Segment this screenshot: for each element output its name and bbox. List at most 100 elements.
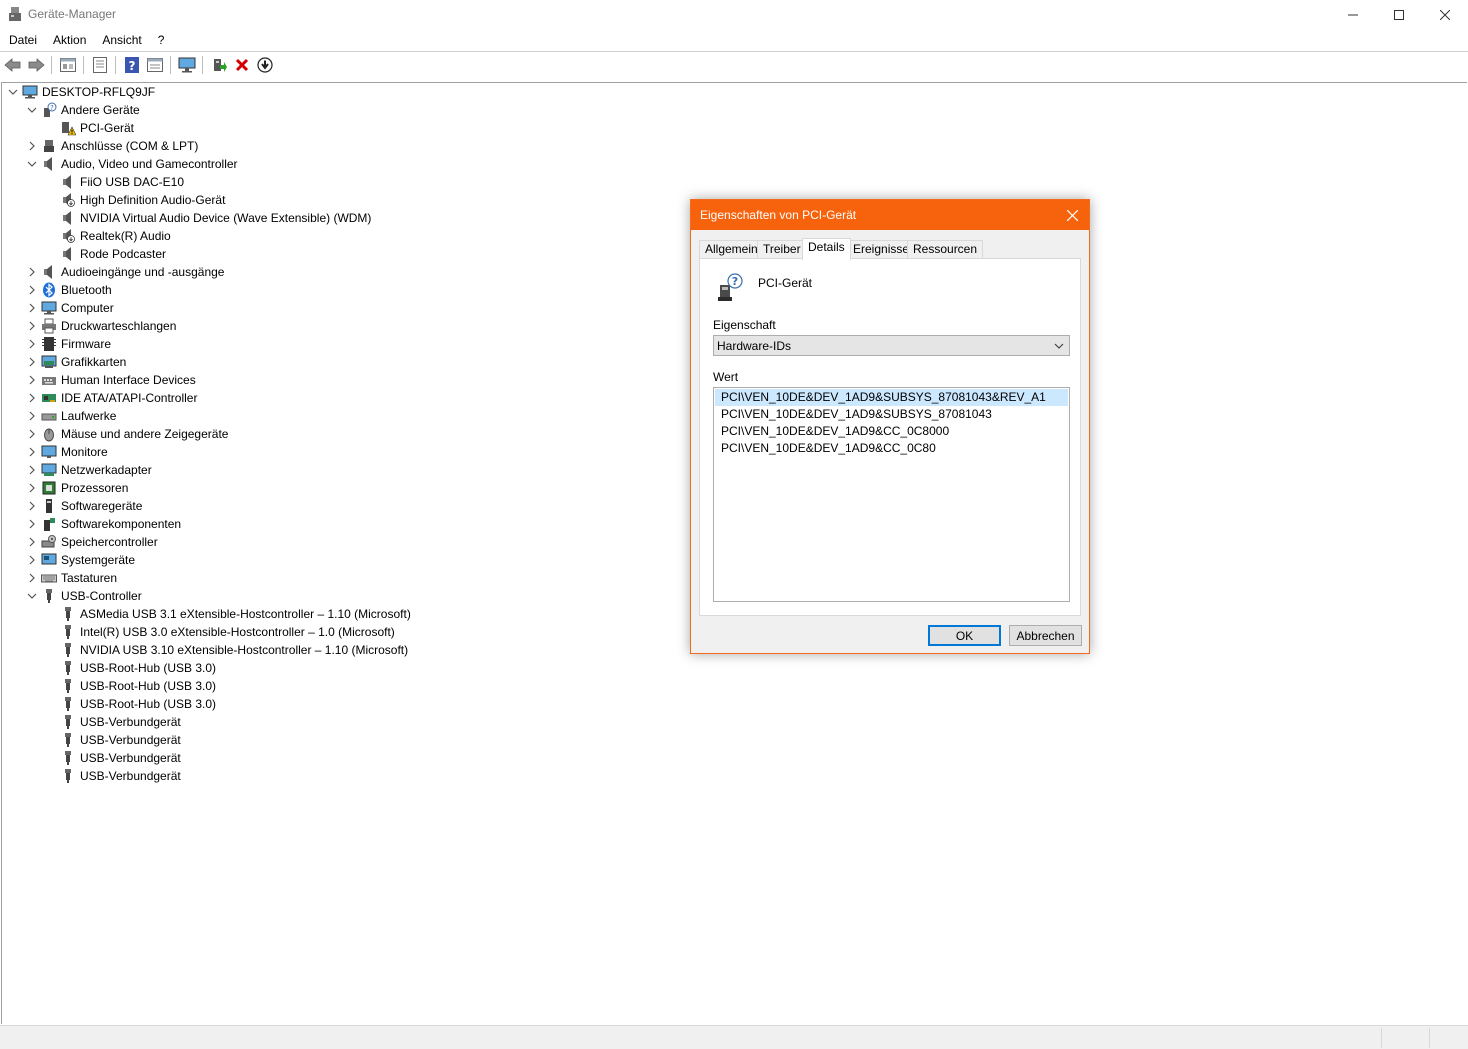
back-arrow-icon <box>3 58 20 72</box>
tree-item-label: Softwarekomponenten <box>61 517 182 531</box>
chevron-right-icon[interactable] <box>25 263 39 281</box>
tree-item-label: Druckwarteschlangen <box>61 319 177 333</box>
toolbar: ? <box>0 52 1468 78</box>
tree-item-label: NVIDIA Virtual Audio Device (Wave Extens… <box>80 211 372 225</box>
monitor-icon <box>178 57 195 73</box>
minimize-button[interactable] <box>1330 0 1376 30</box>
property-select-value: Hardware-IDs <box>717 339 792 353</box>
update-driver-button[interactable] <box>207 54 230 76</box>
network-adapter-icon <box>41 462 57 478</box>
chevron-down-icon[interactable] <box>25 587 39 605</box>
chevron-right-icon[interactable] <box>25 551 39 569</box>
property-select[interactable]: Hardware-IDs <box>713 335 1070 356</box>
tree-item-label: IDE ATA/ATAPI-Controller <box>61 391 198 405</box>
tab-ereignisse[interactable]: Ereignisse <box>847 240 916 259</box>
cancel-button[interactable]: Abbrechen <box>1009 625 1082 646</box>
forward-button[interactable] <box>24 54 47 76</box>
dialog-close-button[interactable] <box>1059 202 1085 228</box>
maximize-button[interactable] <box>1376 0 1422 30</box>
port-icon <box>41 138 57 154</box>
view-button[interactable] <box>143 54 166 76</box>
unknown-device-icon: ? <box>718 273 743 301</box>
computer-icon <box>22 84 38 100</box>
chevron-down-icon <box>1054 343 1064 349</box>
menu-ansicht[interactable]: Ansicht <box>94 30 149 50</box>
chevron-right-icon[interactable] <box>25 425 39 443</box>
value-list-item[interactable]: PCI\VEN_10DE&DEV_1AD9&CC_0C8000 <box>715 423 1068 440</box>
chevron-down-icon[interactable] <box>6 83 20 101</box>
tree-item-label: Realtek(R) Audio <box>80 229 171 243</box>
menu-help[interactable]: ? <box>150 30 173 50</box>
status-pane <box>1381 1028 1429 1048</box>
chevron-right-icon[interactable] <box>25 137 39 155</box>
chevron-right-icon[interactable] <box>25 533 39 551</box>
speaker-icon <box>41 264 57 280</box>
chevron-right-icon[interactable] <box>25 389 39 407</box>
usb-icon <box>60 696 76 712</box>
show-hidden-icon <box>59 58 76 72</box>
install-button[interactable] <box>253 54 276 76</box>
tree-item-label: Computer <box>61 301 114 315</box>
ide-controller-icon <box>41 390 57 406</box>
computer-icon <box>41 300 57 316</box>
chevron-right-icon[interactable] <box>25 407 39 425</box>
properties-button[interactable] <box>88 54 111 76</box>
tab-ressourcen[interactable]: Ressourcen <box>907 240 984 259</box>
chevron-right-icon[interactable] <box>25 317 39 335</box>
chevron-right-icon[interactable] <box>25 353 39 371</box>
tab-details[interactable]: Details <box>802 238 851 260</box>
usb-icon <box>60 660 76 676</box>
tab-treiber[interactable]: Treiber <box>757 240 807 259</box>
tree-item-label: Intel(R) USB 3.0 eXtensible-Hostcontroll… <box>80 625 395 639</box>
uninstall-device-button[interactable] <box>230 54 253 76</box>
dialog-title-bar: Eigenschaften von PCI-Gerät <box>691 200 1089 230</box>
ok-button[interactable]: OK <box>928 625 1001 646</box>
chevron-right-icon[interactable] <box>25 281 39 299</box>
software-device-icon <box>41 498 57 514</box>
speaker-disabled-icon <box>60 228 76 244</box>
usb-icon <box>60 714 76 730</box>
chevron-right-icon[interactable] <box>25 371 39 389</box>
chevron-right-icon[interactable] <box>25 299 39 317</box>
speaker-icon <box>60 174 76 190</box>
value-listbox[interactable]: PCI\VEN_10DE&DEV_1AD9&SUBSYS_87081043&RE… <box>713 387 1070 602</box>
close-button[interactable] <box>1422 0 1468 30</box>
menu-aktion[interactable]: Aktion <box>45 30 94 50</box>
scan-hardware-button[interactable] <box>175 54 198 76</box>
properties-icon <box>92 57 107 73</box>
tree-item-label: Monitore <box>61 445 108 459</box>
menu-datei[interactable]: Datei <box>0 30 45 50</box>
value-list-item[interactable]: PCI\VEN_10DE&DEV_1AD9&SUBSYS_87081043&RE… <box>715 389 1068 406</box>
tree-item-label: High Definition Audio-Gerät <box>80 193 226 207</box>
chevron-down-icon[interactable] <box>25 155 39 173</box>
usb-icon <box>60 642 76 658</box>
value-list-item[interactable]: PCI\VEN_10DE&DEV_1AD9&CC_0C80 <box>715 440 1068 457</box>
tree-item-label: Andere Geräte <box>61 103 140 117</box>
system-device-icon <box>41 552 57 568</box>
chevron-right-icon[interactable] <box>25 569 39 587</box>
show-hidden-button[interactable] <box>56 54 79 76</box>
help-icon: ? <box>124 57 139 73</box>
svg-text:?: ? <box>128 59 135 73</box>
device-manager-app-icon <box>9 7 21 21</box>
back-button[interactable] <box>1 54 24 76</box>
help-button[interactable]: ? <box>120 54 143 76</box>
tree-item-label: Human Interface Devices <box>61 373 196 387</box>
chevron-down-icon[interactable] <box>25 101 39 119</box>
software-component-icon <box>41 516 57 532</box>
usb-icon <box>60 732 76 748</box>
chevron-right-icon[interactable] <box>25 497 39 515</box>
tree-item-label: Tastaturen <box>61 571 118 585</box>
details-panel: ? PCI-Gerät Eigenschaft Hardware-IDs Wer… <box>699 258 1081 616</box>
close-icon <box>1440 10 1450 20</box>
value-list-item[interactable]: PCI\VEN_10DE&DEV_1AD9&SUBSYS_87081043 <box>715 406 1068 423</box>
chevron-right-icon[interactable] <box>25 335 39 353</box>
tree-item-label: USB-Controller <box>61 589 142 603</box>
value-label: Wert <box>713 370 739 384</box>
chevron-right-icon[interactable] <box>25 515 39 533</box>
chevron-right-icon[interactable] <box>25 479 39 497</box>
tab-allgemein[interactable]: Allgemein <box>699 240 764 259</box>
chevron-right-icon[interactable] <box>25 443 39 461</box>
forward-arrow-icon <box>28 58 45 72</box>
chevron-right-icon[interactable] <box>25 461 39 479</box>
